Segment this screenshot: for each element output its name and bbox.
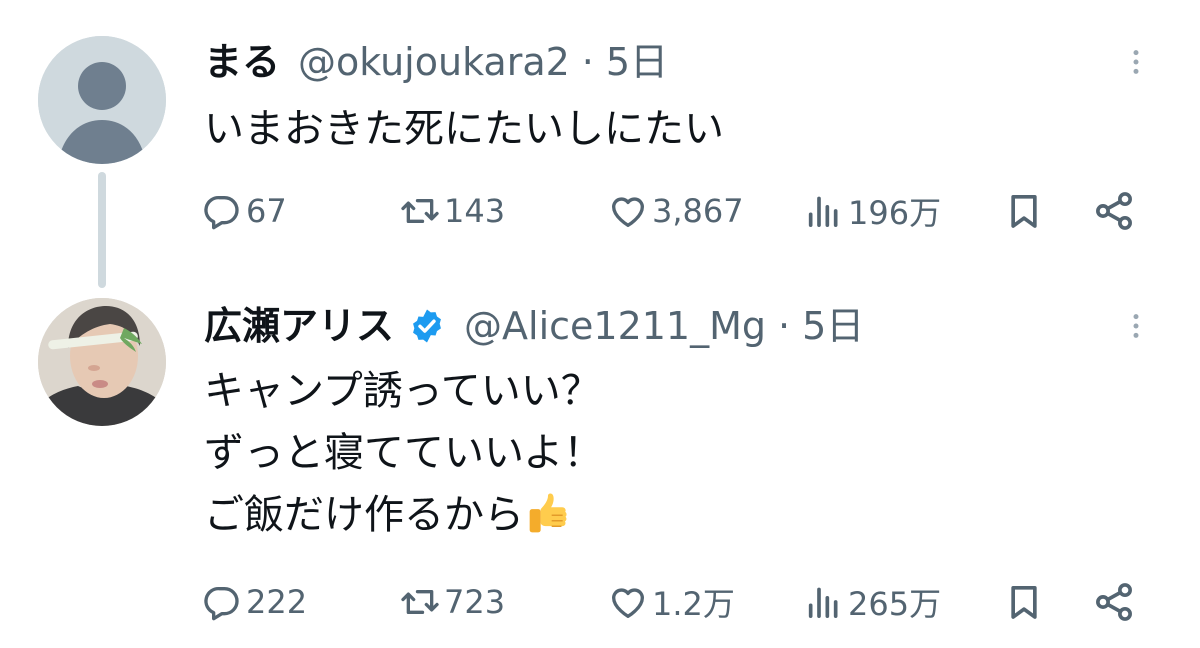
profile-photo-icon <box>38 298 166 426</box>
like-button[interactable]: 3,867 <box>608 183 744 239</box>
thumbs-up-icon <box>526 492 570 554</box>
more-options-button[interactable] <box>1112 36 1160 88</box>
tweet-text-segment: ご飯だけ作るから <box>204 492 524 538</box>
like-button[interactable]: 1.2万 <box>608 574 735 630</box>
like-count: 1.2万 <box>652 585 735 623</box>
views-button[interactable]: 196万 <box>804 183 941 239</box>
avatar[interactable] <box>38 36 166 164</box>
bookmark-icon <box>1004 582 1044 622</box>
tweet-text-line: キャンプ誘っていい？ <box>204 368 601 414</box>
reply-count: 67 <box>246 192 287 230</box>
share-nodes-icon <box>1092 580 1136 624</box>
timestamp[interactable]: 5日 <box>606 36 668 88</box>
tweet-text-line: いまおきた死にたいしにたい <box>204 106 724 152</box>
verified-badge-icon[interactable] <box>408 307 446 345</box>
share-button[interactable] <box>1092 574 1140 630</box>
view-count: 265万 <box>848 585 942 623</box>
tweet-text-line: ご飯だけ作るから <box>204 484 1104 554</box>
like-count: 3,867 <box>652 192 744 230</box>
share-nodes-icon <box>1092 189 1136 233</box>
tweet-header: 広瀬アリス @Alice1211_Mg · 5日 <box>204 300 864 352</box>
reply-button[interactable]: 222 <box>202 574 307 630</box>
vertical-ellipsis-icon <box>1121 306 1151 346</box>
bar-chart-icon <box>804 191 844 231</box>
share-button[interactable] <box>1092 183 1140 239</box>
tweet[interactable]: まる @okujoukara2 · 5日 いまおきた死にたいしにたい 67 14… <box>0 0 1200 288</box>
tweet-text: いまおきた死にたいしにたい <box>204 98 1104 160</box>
speech-bubble-icon <box>202 191 242 231</box>
tweet-text-line: ずっと寝てていいよ！ <box>204 430 604 476</box>
default-avatar-icon <box>38 36 166 164</box>
reply-button[interactable]: 67 <box>202 183 287 239</box>
bookmark-button[interactable] <box>1004 183 1048 239</box>
vertical-ellipsis-icon <box>1121 42 1151 82</box>
retweet-button[interactable]: 143 <box>400 183 505 239</box>
display-name[interactable]: まる <box>204 36 280 88</box>
retweet-count: 723 <box>444 583 506 621</box>
reply-count: 222 <box>246 583 308 621</box>
user-handle[interactable]: @okujoukara2 <box>298 36 570 88</box>
tweet-thread: まる @okujoukara2 · 5日 いまおきた死にたいしにたい 67 14… <box>0 0 1200 648</box>
speech-bubble-icon <box>202 582 242 622</box>
display-name[interactable]: 広瀬アリス <box>204 300 394 352</box>
heart-icon <box>608 582 648 622</box>
retweet-count: 143 <box>444 192 506 230</box>
avatar[interactable] <box>38 298 166 426</box>
bar-chart-icon <box>804 582 844 622</box>
retweet-arrows-icon <box>400 191 440 231</box>
heart-icon <box>608 191 648 231</box>
retweet-arrows-icon <box>400 582 440 622</box>
more-options-button[interactable] <box>1112 300 1160 352</box>
separator-dot: · <box>581 40 594 84</box>
tweet-header: まる @okujoukara2 · 5日 <box>204 36 668 88</box>
action-bar: 222 723 1.2万 265万 <box>0 574 1200 630</box>
action-bar: 67 143 3,867 196万 <box>0 183 1200 239</box>
tweet[interactable]: 広瀬アリス @Alice1211_Mg · 5日 キャンプ誘っていい？ ずっと寝… <box>0 282 1200 648</box>
retweet-button[interactable]: 723 <box>400 574 505 630</box>
separator-dot: · <box>778 304 791 348</box>
user-handle[interactable]: @Alice1211_Mg <box>464 300 766 352</box>
view-count: 196万 <box>848 194 942 232</box>
bookmark-button[interactable] <box>1004 574 1048 630</box>
tweet-text: キャンプ誘っていい？ ずっと寝てていいよ！ ご飯だけ作るから <box>204 360 1104 554</box>
views-button[interactable]: 265万 <box>804 574 941 630</box>
bookmark-icon <box>1004 191 1044 231</box>
timestamp[interactable]: 5日 <box>802 300 864 352</box>
